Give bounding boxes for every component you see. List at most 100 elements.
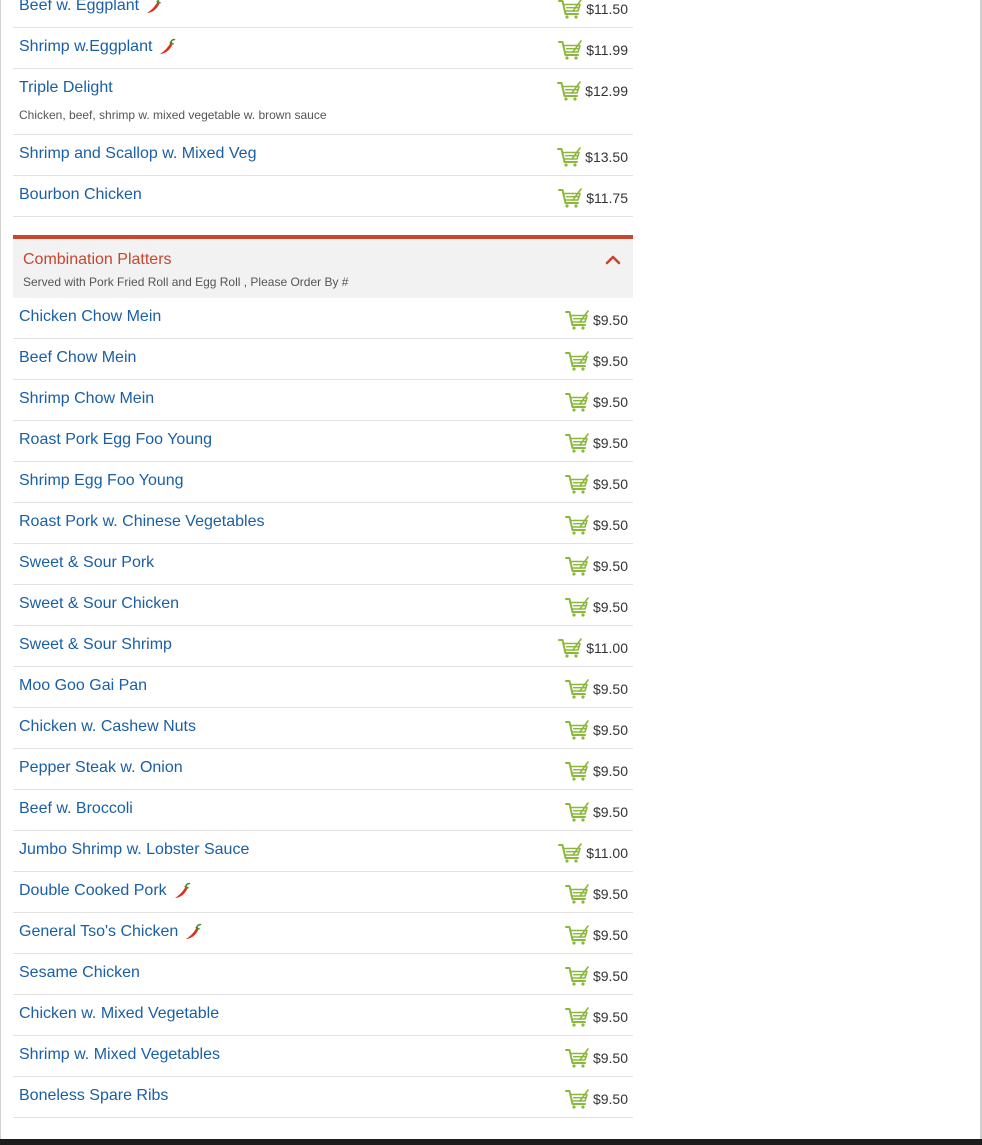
add-to-cart-button[interactable]: $9.50 bbox=[564, 966, 628, 986]
menu-item-name[interactable]: Shrimp w. Mixed Vegetables bbox=[19, 1046, 220, 1064]
add-to-cart-button[interactable]: $9.50 bbox=[564, 556, 628, 576]
menu-item-name-text: Sweet & Sour Shrimp bbox=[19, 636, 172, 653]
add-to-cart-icon bbox=[564, 761, 589, 781]
menu-item-name-text: Shrimp w. Mixed Vegetables bbox=[19, 1046, 220, 1063]
add-to-cart-button[interactable]: $9.50 bbox=[564, 310, 628, 330]
menu-item-name[interactable]: Shrimp Egg Foo Young bbox=[19, 472, 184, 490]
menu-item: Jumbo Shrimp w. Lobster Sauce $11.00 bbox=[13, 831, 633, 872]
add-to-cart-button[interactable]: $9.50 bbox=[564, 515, 628, 535]
add-to-cart-icon bbox=[558, 0, 583, 19]
menu-item: Shrimp w. Mixed Vegetables $9.50 bbox=[13, 1036, 633, 1077]
menu-item-name-text: Shrimp Chow Mein bbox=[19, 390, 155, 407]
category-header[interactable]: Combination Platters Served with Pork Fr… bbox=[13, 235, 633, 298]
menu-item-price: $9.50 bbox=[592, 599, 628, 615]
add-to-cart-button[interactable]: $9.50 bbox=[564, 761, 628, 781]
add-to-cart-button[interactable]: $11.00 bbox=[558, 638, 628, 658]
menu-item-name[interactable]: Roast Pork Egg Foo Young bbox=[19, 431, 212, 449]
add-to-cart-button[interactable]: $9.50 bbox=[564, 884, 628, 904]
add-to-cart-icon bbox=[564, 925, 589, 945]
add-to-cart-button[interactable]: $9.50 bbox=[564, 597, 628, 617]
menu-item-name[interactable]: Jumbo Shrimp w. Lobster Sauce bbox=[19, 841, 249, 859]
add-to-cart-button[interactable]: $9.50 bbox=[564, 1048, 628, 1068]
page-frame-left bbox=[0, 0, 1, 1145]
menu-item-name-text: Double Cooked Pork bbox=[19, 882, 167, 899]
add-to-cart-button[interactable]: $11.00 bbox=[558, 843, 628, 863]
menu-item-price: $9.50 bbox=[592, 763, 628, 779]
menu-list: Beef w. Eggplant $11.50 Shrimp w.Eggplan… bbox=[13, 0, 633, 1118]
add-to-cart-button[interactable]: $9.50 bbox=[564, 392, 628, 412]
add-to-cart-button[interactable]: $9.50 bbox=[564, 433, 628, 453]
menu-item-name[interactable]: Triple Delight bbox=[19, 79, 113, 97]
menu-item-name-text: Shrimp w.Eggplant bbox=[19, 38, 153, 55]
menu-item: Roast Pork Egg Foo Young $9.50 bbox=[13, 421, 633, 462]
add-to-cart-button[interactable]: $13.50 bbox=[557, 147, 628, 167]
menu-item-name[interactable]: Shrimp Chow Mein bbox=[19, 390, 154, 408]
menu-item-name-text: Boneless Spare Ribs bbox=[19, 1087, 169, 1104]
menu-item-name[interactable]: Beef w. Broccoli bbox=[19, 800, 133, 818]
add-to-cart-icon bbox=[564, 556, 589, 576]
add-to-cart-button[interactable]: $9.50 bbox=[564, 1007, 628, 1027]
menu-item-name-text: Sweet & Sour Pork bbox=[19, 554, 155, 571]
menu-item-price: $9.50 bbox=[592, 1091, 628, 1107]
add-to-cart-button[interactable]: $11.99 bbox=[558, 40, 628, 60]
chili-pepper-icon bbox=[186, 923, 202, 939]
menu-item-price: $9.50 bbox=[592, 1009, 628, 1025]
add-to-cart-button[interactable]: $9.50 bbox=[564, 925, 628, 945]
menu-item-price: $11.50 bbox=[586, 1, 628, 17]
add-to-cart-button[interactable]: $9.50 bbox=[564, 351, 628, 371]
add-to-cart-icon bbox=[564, 597, 589, 617]
menu-item-name-text: Beef Chow Mein bbox=[19, 349, 137, 366]
menu-item-name[interactable]: Beef Chow Mein bbox=[19, 349, 136, 367]
add-to-cart-button[interactable]: $9.50 bbox=[564, 802, 628, 822]
menu-item-price: $9.50 bbox=[592, 353, 628, 369]
chevron-up-icon[interactable] bbox=[605, 253, 621, 265]
menu-item-name[interactable]: Pepper Steak w. Onion bbox=[19, 759, 183, 777]
menu-item-name[interactable]: Beef w. Eggplant bbox=[19, 0, 163, 15]
menu-item-name[interactable]: Moo Goo Gai Pan bbox=[19, 677, 147, 695]
menu-item-name[interactable]: Sweet & Sour Pork bbox=[19, 554, 154, 572]
menu-item-name[interactable]: Double Cooked Pork bbox=[19, 882, 191, 900]
add-to-cart-button[interactable]: $9.50 bbox=[564, 720, 628, 740]
menu-item-name[interactable]: Sweet & Sour Chicken bbox=[19, 595, 179, 613]
menu-item-name-text: Triple Delight bbox=[19, 79, 113, 96]
add-to-cart-button[interactable]: $9.50 bbox=[564, 474, 628, 494]
menu-item-name-text: Jumbo Shrimp w. Lobster Sauce bbox=[19, 841, 250, 858]
category-subtitle: Served with Pork Fried Roll and Egg Roll… bbox=[23, 275, 349, 289]
add-to-cart-icon bbox=[564, 515, 589, 535]
menu-item-name[interactable]: Shrimp and Scallop w. Mixed Veg bbox=[19, 145, 256, 163]
menu-item-price: $9.50 bbox=[592, 968, 628, 984]
chili-pepper-icon bbox=[174, 882, 190, 898]
add-to-cart-button[interactable]: $9.50 bbox=[564, 1089, 628, 1109]
add-to-cart-button[interactable]: $9.50 bbox=[564, 679, 628, 699]
add-to-cart-icon bbox=[564, 392, 589, 412]
add-to-cart-button[interactable]: $12.99 bbox=[557, 81, 628, 101]
menu-item: General Tso's Chicken $9.50 bbox=[13, 913, 633, 954]
menu-item-description: Chicken, beef, shrimp w. mixed vegetable… bbox=[19, 108, 327, 122]
menu-item-name[interactable]: Chicken Chow Mein bbox=[19, 308, 161, 326]
menu-item-name[interactable]: Sweet & Sour Shrimp bbox=[19, 636, 172, 654]
add-to-cart-button[interactable]: $11.75 bbox=[558, 188, 628, 208]
menu-item-price: $9.50 bbox=[592, 927, 628, 943]
menu-item-name[interactable]: Bourbon Chicken bbox=[19, 186, 142, 204]
menu-item-price: $9.50 bbox=[592, 886, 628, 902]
add-to-cart-icon bbox=[558, 843, 583, 863]
menu-item-name[interactable]: Chicken w. Cashew Nuts bbox=[19, 718, 196, 736]
menu-item-name[interactable]: Sesame Chicken bbox=[19, 964, 140, 982]
menu-item-name-text: Beef w. Broccoli bbox=[19, 800, 133, 817]
menu-item-name[interactable]: Roast Pork w. Chinese Vegetables bbox=[19, 513, 264, 531]
add-to-cart-button[interactable]: $11.50 bbox=[558, 0, 628, 19]
menu-item-name[interactable]: Shrimp w.Eggplant bbox=[19, 38, 176, 56]
menu-item: Sweet & Sour Pork $9.50 bbox=[13, 544, 633, 585]
menu-item-name[interactable]: General Tso's Chicken bbox=[19, 923, 202, 941]
menu-item-name[interactable]: Chicken w. Mixed Vegetable bbox=[19, 1005, 219, 1023]
menu-item: Chicken Chow Mein $9.50 bbox=[13, 298, 633, 339]
add-to-cart-icon bbox=[564, 1089, 589, 1109]
menu-item-price: $9.50 bbox=[592, 312, 628, 328]
menu-item: Chicken w. Mixed Vegetable $9.50 bbox=[13, 995, 633, 1036]
add-to-cart-icon bbox=[564, 884, 589, 904]
menu-item: Chicken w. Cashew Nuts $9.50 bbox=[13, 708, 633, 749]
menu-item-name[interactable]: Boneless Spare Ribs bbox=[19, 1087, 168, 1105]
menu-item-price: $9.50 bbox=[592, 517, 628, 533]
menu-item: Triple Delight $12.99 Chicken, beef, shr… bbox=[13, 69, 633, 135]
